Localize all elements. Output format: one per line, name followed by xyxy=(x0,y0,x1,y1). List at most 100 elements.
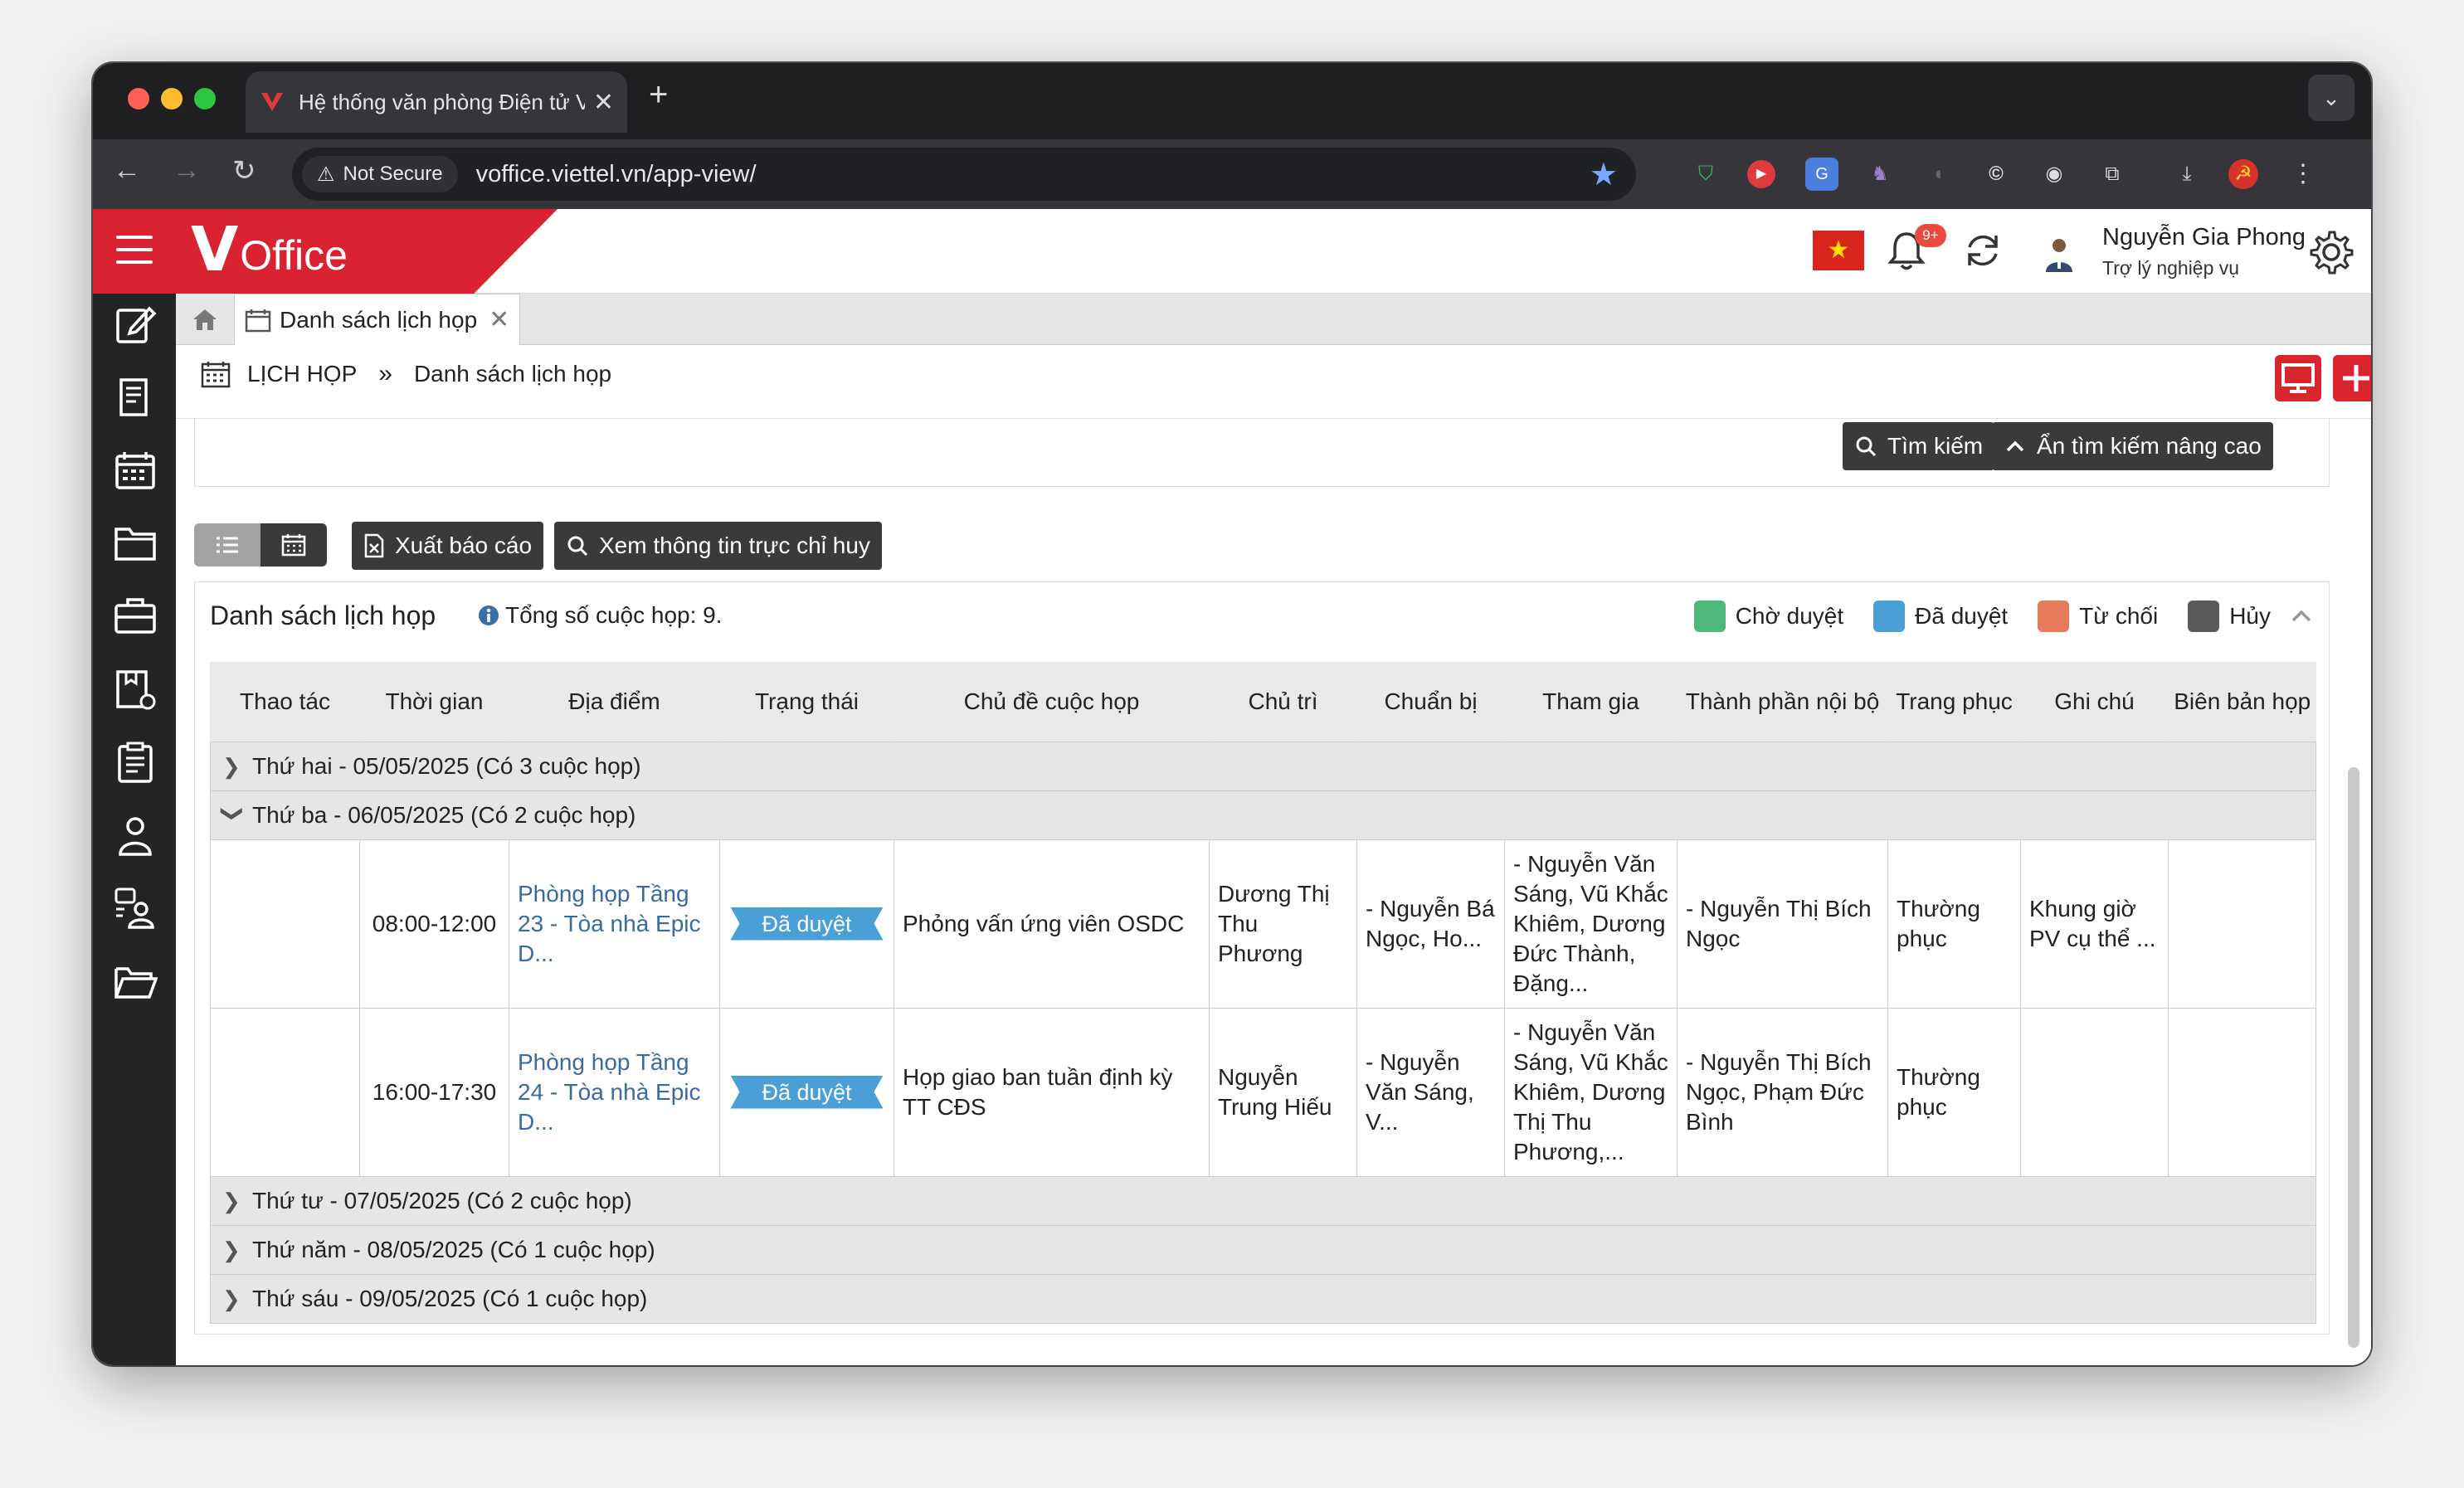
day-group-cell[interactable]: ❯ Thứ sáu - 09/05/2025 (Có 1 cuộc họp) xyxy=(210,1273,2316,1324)
edit-document-icon[interactable] xyxy=(113,302,158,347)
chevron-up-icon[interactable] xyxy=(2289,604,2314,629)
topic-cell[interactable]: Họp giao ban tuần định kỳ TT CĐS xyxy=(894,1007,1210,1177)
table-row[interactable]: 08:00-12:00 Phòng họp Tầng 23 - Tòa nhà … xyxy=(210,839,2316,1009)
day-group-row[interactable]: ❯ Thứ năm - 08/05/2025 (Có 1 cuộc họp) xyxy=(210,1224,2316,1275)
toggle-advanced-search-button[interactable]: Ẩn tìm kiếm nâng cao xyxy=(1992,422,2273,470)
c-extension-icon[interactable]: © xyxy=(1979,158,2013,191)
minutes-cell[interactable] xyxy=(2168,839,2316,1009)
voffice-logo[interactable]: V Office xyxy=(191,214,348,285)
reload-icon[interactable]: ↻ xyxy=(232,154,256,187)
day-group-cell[interactable]: ❯ Thứ hai - 05/05/2025 (Có 3 cuộc họp) xyxy=(210,741,2316,791)
column-header[interactable]: Tham gia xyxy=(1504,662,1678,742)
back-arrow-icon[interactable]: ← xyxy=(113,154,141,187)
breadcrumb-separator: » xyxy=(378,360,392,387)
download-icon[interactable]: ⤓ xyxy=(2170,158,2203,191)
browser-menu-icon[interactable]: ⋮ xyxy=(2286,158,2320,191)
new-tab-button[interactable]: + xyxy=(649,76,668,114)
day-group-row[interactable]: ❯ Thứ tư - 07/05/2025 (Có 2 cuộc họp) xyxy=(210,1175,2316,1226)
home-icon[interactable] xyxy=(191,305,219,333)
day-group-cell[interactable]: ❯ Thứ tư - 07/05/2025 (Có 2 cuộc họp) xyxy=(210,1175,2316,1226)
column-header[interactable]: Biên bản họp xyxy=(2168,662,2316,742)
warning-icon: ⚠ xyxy=(317,163,335,186)
column-header[interactable]: Chuẩn bị xyxy=(1356,662,1505,742)
add-meeting-button[interactable] xyxy=(2333,355,2371,401)
day-group-cell[interactable]: ❯ Thứ năm - 08/05/2025 (Có 1 cuộc họp) xyxy=(210,1224,2316,1275)
time-cell: 16:00-17:30 xyxy=(359,1007,509,1177)
user-avatar[interactable] xyxy=(2039,234,2079,274)
search-button[interactable]: Tìm kiếm xyxy=(1843,422,1995,470)
calendar-icon[interactable] xyxy=(113,448,158,493)
actions-cell[interactable] xyxy=(210,1007,360,1177)
column-header[interactable]: Ghi chú xyxy=(2020,662,2169,742)
shield-extension-icon[interactable]: ⛉ xyxy=(1689,158,1722,191)
profile-avatar-icon[interactable]: ☭ xyxy=(2228,159,2258,189)
present-screen-button[interactable] xyxy=(2275,355,2321,401)
folder-icon[interactable] xyxy=(113,521,158,566)
security-indicator[interactable]: ⚠ Not Secure xyxy=(302,156,458,192)
day-group-label: Thứ ba - 06/05/2025 (Có 2 cuộc họp) xyxy=(252,801,636,828)
user-chat-icon[interactable] xyxy=(113,886,158,931)
logo-office: Office xyxy=(240,232,348,279)
column-header[interactable]: Thành phần nội bộ xyxy=(1677,662,1888,742)
puzzle-extensions-icon[interactable]: ⧉ xyxy=(2096,158,2129,191)
video-extension-icon[interactable]: ▶ xyxy=(1747,160,1775,188)
address-bar[interactable]: ⚠ Not Secure voffice.viettel.vn/app-view… xyxy=(292,148,1636,201)
column-header[interactable]: Thời gian xyxy=(359,662,509,742)
page-tab-close-icon[interactable]: ✕ xyxy=(489,305,509,334)
day-group-label: Thứ hai - 05/05/2025 (Có 3 cuộc họp) xyxy=(252,752,641,779)
column-header[interactable]: Chủ trì xyxy=(1209,662,1357,742)
report-icon[interactable] xyxy=(113,667,158,712)
hamburger-menu-icon[interactable] xyxy=(116,236,153,264)
clipboard-icon[interactable] xyxy=(113,740,158,785)
table-row[interactable]: 16:00-17:30 Phòng họp Tầng 24 - Tòa nhà … xyxy=(210,1007,2316,1177)
translate-extension-icon[interactable]: G xyxy=(1805,158,1838,191)
chevron-right-icon: ❯ xyxy=(222,753,241,779)
column-header[interactable]: Địa điểm xyxy=(509,662,720,742)
view-command-info-button[interactable]: Xem thông tin trực chỉ huy xyxy=(554,522,882,570)
topic-cell[interactable]: Phỏng vấn ứng viên OSDC xyxy=(894,839,1210,1009)
url-text[interactable]: voffice.viettel.vn/app-view/ xyxy=(476,161,757,188)
briefcase-icon[interactable] xyxy=(113,594,158,639)
breadcrumb-root[interactable]: LỊCH HỌP xyxy=(247,361,357,387)
bookmark-star-icon[interactable]: ★ xyxy=(1590,156,1618,193)
browser-tab[interactable]: Hệ thống văn phòng Điện tử V ✕ xyxy=(246,71,627,133)
vietnam-flag-icon[interactable]: ★ xyxy=(1813,231,1864,270)
open-folder-icon[interactable] xyxy=(113,959,158,1004)
logo-v: V xyxy=(191,214,239,285)
page-tab-bar: Danh sách lịch họp ✕ xyxy=(176,294,2371,345)
browser-tab-close-icon[interactable]: ✕ xyxy=(593,88,614,117)
location-link[interactable]: Phòng họp Tầng 24 - Tòa nhà Epic D... xyxy=(509,1007,720,1177)
actions-cell[interactable] xyxy=(210,839,360,1009)
day-group-label: Thứ năm - 08/05/2025 (Có 1 cuộc họp) xyxy=(252,1236,655,1262)
maximize-window-button[interactable] xyxy=(194,88,216,109)
day-group-cell[interactable]: ❯ Thứ ba - 06/05/2025 (Có 2 cuộc họp) xyxy=(210,790,2316,840)
tab-search-chevron-icon[interactable]: ⌄ xyxy=(2308,75,2354,121)
user-icon[interactable] xyxy=(113,813,158,858)
column-header[interactable]: Thao tác xyxy=(210,662,360,742)
column-header[interactable]: Trạng thái xyxy=(719,662,894,742)
mouse-extension-icon[interactable]: ◖ xyxy=(1921,158,1955,191)
calendar-view-toggle[interactable] xyxy=(261,523,327,567)
column-header[interactable]: Trang phục xyxy=(1887,662,2021,742)
day-group-row[interactable]: ❯ Thứ hai - 05/05/2025 (Có 3 cuộc họp) xyxy=(210,741,2316,791)
vertical-scrollbar[interactable] xyxy=(2348,767,2359,1348)
day-group-row[interactable]: ❯ Thứ ba - 06/05/2025 (Có 2 cuộc họp) xyxy=(210,790,2316,840)
page-tab-meeting-list[interactable]: Danh sách lịch họp ✕ xyxy=(234,294,521,345)
minutes-cell[interactable] xyxy=(2168,1007,2316,1177)
chair-cell: Dương Thị Thu Phương xyxy=(1209,839,1357,1009)
minimize-window-button[interactable] xyxy=(161,88,183,109)
forward-arrow-icon[interactable]: → xyxy=(173,154,201,187)
gear-icon[interactable] xyxy=(2306,227,2356,277)
glasses-extension-icon[interactable]: ◉ xyxy=(2038,158,2071,191)
user-name[interactable]: Nguyễn Gia Phong xyxy=(2102,224,2306,251)
day-group-row[interactable]: ❯ Thứ sáu - 09/05/2025 (Có 1 cuộc họp) xyxy=(210,1273,2316,1324)
legend-item: Hủy xyxy=(2188,601,2271,632)
fox-extension-icon[interactable]: ♞ xyxy=(1863,158,1897,191)
document-list-icon[interactable] xyxy=(113,375,158,420)
list-view-toggle[interactable] xyxy=(194,523,261,567)
close-window-button[interactable] xyxy=(128,88,149,109)
column-header[interactable]: Chủ đề cuộc họp xyxy=(894,662,1210,742)
export-report-button[interactable]: Xuất báo cáo xyxy=(352,522,544,570)
refresh-icon[interactable] xyxy=(1958,226,2008,275)
location-link[interactable]: Phòng họp Tầng 23 - Tòa nhà Epic D... xyxy=(509,839,720,1009)
